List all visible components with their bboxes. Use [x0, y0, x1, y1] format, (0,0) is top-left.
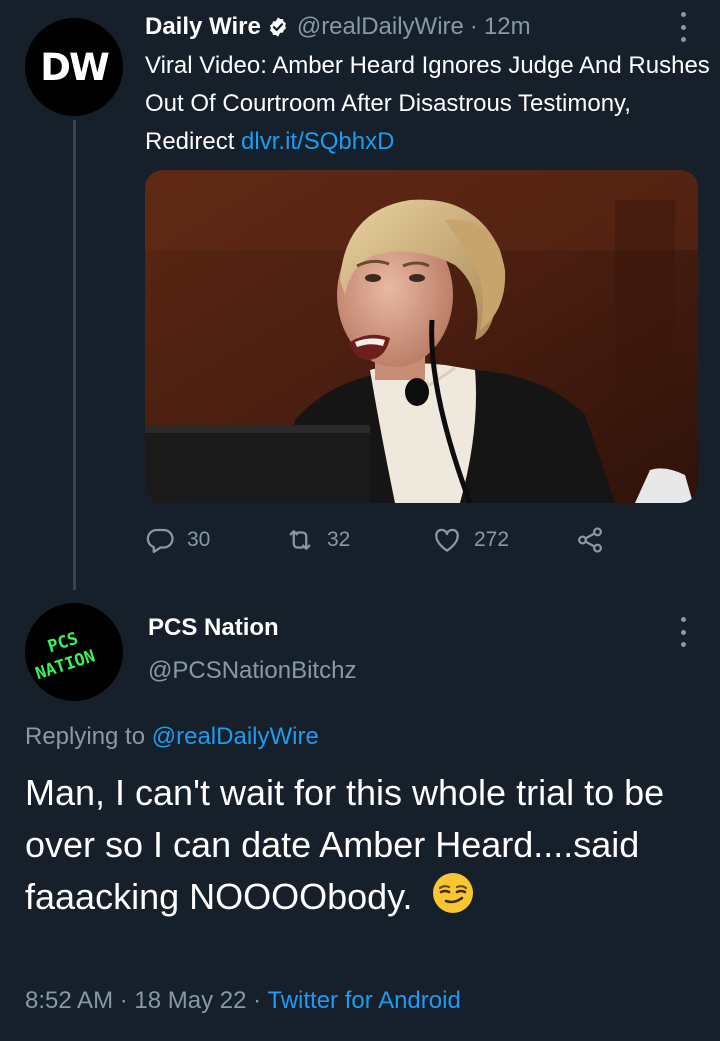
avatar-logo-text: DW	[40, 45, 110, 89]
tweet-body: Viral Video: Amber Heard Ignores Judge A…	[145, 52, 710, 155]
smirk-emoji-icon	[432, 873, 473, 913]
reply-display-name[interactable]: PCS Nation	[148, 614, 279, 642]
timestamp[interactable]: 12m	[484, 13, 531, 41]
like-button[interactable]: 272	[432, 525, 575, 555]
reply-count: 30	[187, 528, 211, 551]
more-icon[interactable]	[679, 617, 687, 647]
like-icon	[435, 528, 459, 552]
replying-prefix: Replying to	[25, 723, 152, 750]
reply-handle[interactable]: @PCSNationBitchz	[148, 657, 356, 685]
like-count: 272	[474, 528, 510, 551]
meta-client-link[interactable]: Twitter for Android	[267, 987, 460, 1014]
courtroom-photo	[145, 170, 698, 503]
meta-time[interactable]: 8:52 AM	[25, 987, 113, 1014]
tweet-header: Daily Wire @realDailyWire · 12m	[145, 9, 531, 45]
header-separator: ·	[469, 13, 478, 40]
tweet-meta: 8:52 AM · 18 May 22 · Twitter for Androi…	[25, 987, 461, 1015]
pcs-nation-logo: PCS NATION	[33, 629, 98, 685]
handle[interactable]: @realDailyWire	[297, 13, 464, 41]
tweet-actions: 30 32 272	[145, 522, 617, 558]
verified-badge-icon	[269, 17, 286, 37]
thread-connector-line	[73, 120, 76, 590]
display-name[interactable]: Daily Wire	[145, 13, 261, 41]
retweet-icon	[289, 530, 311, 550]
tweet-text: Viral Video: Amber Heard Ignores Judge A…	[145, 47, 710, 161]
tweet-image[interactable]	[145, 170, 698, 503]
share-icon	[577, 527, 603, 553]
reply-text: Man, I can't wait for this whole trial t…	[25, 767, 695, 923]
avatar-daily-wire[interactable]: DW	[25, 18, 123, 116]
more-icon[interactable]	[679, 12, 687, 42]
replying-to: Replying to @realDailyWire	[25, 723, 319, 751]
share-button[interactable]	[575, 525, 617, 555]
reply-icon	[146, 528, 174, 553]
replying-handle-link[interactable]: @realDailyWire	[152, 723, 319, 750]
meta-separator: ·	[246, 987, 268, 1014]
tweet-link[interactable]: dlvr.it/SQbhxD	[241, 128, 394, 155]
reply-body: Man, I can't wait for this whole trial t…	[25, 772, 665, 917]
meta-date[interactable]: 18 May 22	[134, 987, 246, 1014]
reply-button[interactable]: 30	[145, 525, 285, 555]
meta-separator: ·	[113, 987, 135, 1014]
retweet-count: 32	[327, 528, 351, 551]
retweet-button[interactable]: 32	[285, 525, 432, 555]
avatar-pcs-nation[interactable]: PCS NATION	[25, 603, 123, 701]
